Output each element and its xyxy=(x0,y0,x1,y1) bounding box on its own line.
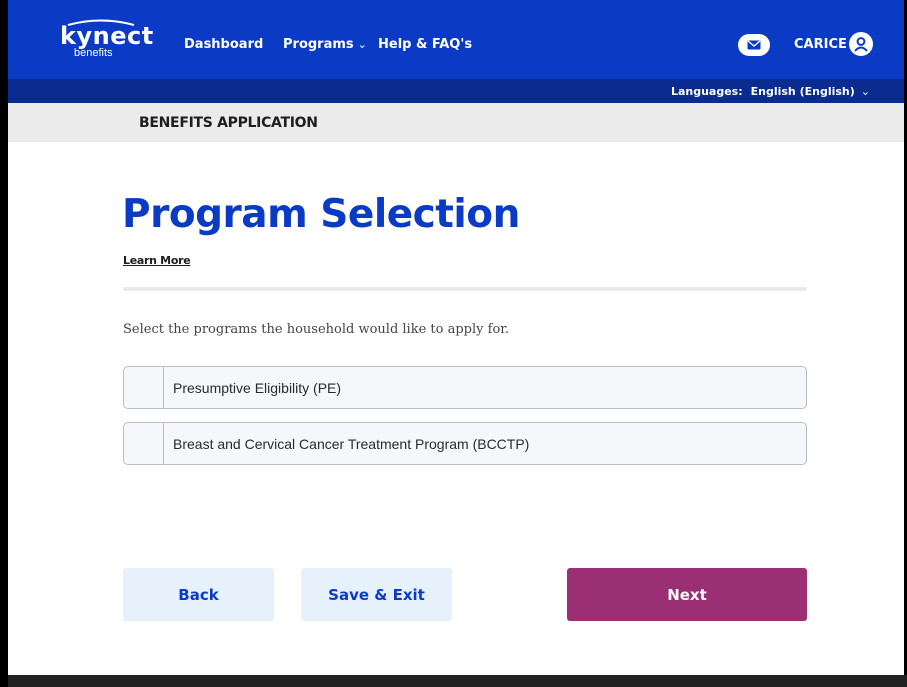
language-selector[interactable]: Languages: English (English) ⌄ xyxy=(671,85,870,98)
back-button[interactable]: Back xyxy=(123,568,274,621)
user-name[interactable]: CARICE xyxy=(794,37,847,52)
learn-more-link[interactable]: Learn More xyxy=(123,254,191,267)
program-option-bcctp[interactable]: Breast and Cervical Cancer Treatment Pro… xyxy=(123,422,807,465)
nav-programs-label: Programs xyxy=(283,37,354,52)
user-avatar-button[interactable] xyxy=(849,32,873,56)
mail-icon xyxy=(747,40,761,50)
page-footer xyxy=(8,675,907,687)
window-edge-left xyxy=(0,0,8,687)
kynect-logo[interactable]: kynect benefits xyxy=(60,19,154,59)
language-value: English (English) xyxy=(750,85,855,98)
language-label: Languages: xyxy=(670,85,743,98)
save-exit-button[interactable]: Save & Exit xyxy=(301,568,452,621)
application-title: BENEFITS APPLICATION xyxy=(139,115,318,131)
instructions-text: Select the programs the household would … xyxy=(123,322,510,337)
chevron-down-icon: ⌄ xyxy=(357,38,367,51)
app-window: kynect benefits Dashboard Programs ⌄ Help… xyxy=(0,0,907,687)
program-option-pe[interactable]: Presumptive Eligibility (PE) xyxy=(123,366,807,409)
top-navigation-bar: kynect benefits Dashboard Programs ⌄ Help… xyxy=(8,0,904,79)
application-header-band: BENEFITS APPLICATION xyxy=(8,103,904,142)
section-divider xyxy=(123,287,807,291)
nav-programs-menu[interactable]: Programs ⌄ xyxy=(283,37,367,53)
user-avatar-icon xyxy=(854,37,868,52)
logo-arc-icon xyxy=(67,19,135,26)
page-title: Program Selection xyxy=(122,192,520,237)
program-checkbox-bcctp[interactable] xyxy=(124,423,164,464)
chevron-down-icon: ⌄ xyxy=(860,85,870,98)
logo-word: kynect xyxy=(60,22,154,50)
language-bar: Languages: English (English) ⌄ xyxy=(8,79,904,103)
program-checkbox-pe[interactable] xyxy=(124,367,164,408)
nav-dashboard-link[interactable]: Dashboard xyxy=(184,37,263,53)
nav-help-link[interactable]: Help & FAQ's xyxy=(378,37,472,53)
program-option-label: Breast and Cervical Cancer Treatment Pro… xyxy=(173,435,530,452)
mail-button[interactable] xyxy=(738,34,770,56)
next-button[interactable]: Next xyxy=(567,568,807,621)
program-option-label: Presumptive Eligibility (PE) xyxy=(173,379,342,396)
